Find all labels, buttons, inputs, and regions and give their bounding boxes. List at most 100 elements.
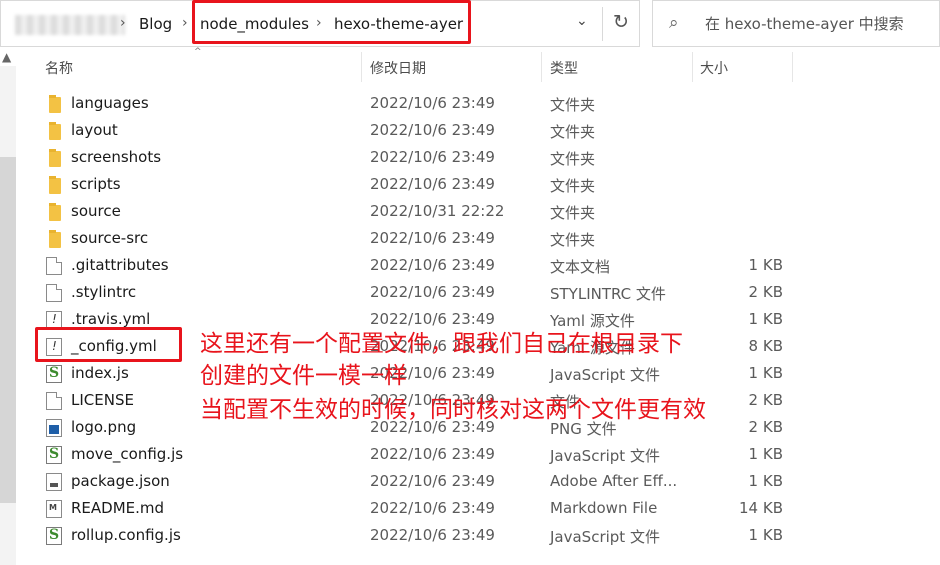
file-type: JavaScript 文件: [550, 447, 660, 465]
scrollbar-thumb[interactable]: [0, 157, 16, 503]
file-type: JavaScript 文件: [550, 528, 660, 546]
file-size: 1 KB: [748, 472, 783, 490]
folder-icon: [49, 95, 61, 113]
file-size: 1 KB: [748, 256, 783, 274]
file-type: 文件夹: [550, 150, 596, 168]
chevron-right-icon: ›: [120, 15, 126, 31]
annotation-line-2: 创建的文件一模一样: [200, 363, 407, 389]
file-row[interactable]: layout 2022/10/6 23:49 文件夹: [36, 118, 796, 145]
text-file-icon: [46, 257, 62, 275]
file-type: Yaml 源文件: [550, 312, 635, 330]
file-type: 文本文档: [550, 258, 611, 276]
file-row[interactable]: rollup.config.js 2022/10/6 23:49 JavaScrip…: [36, 523, 796, 550]
file-date: 2022/10/6 23:49: [370, 310, 495, 328]
file-size: 1 KB: [748, 310, 783, 328]
file-name: .stylintrc: [71, 283, 137, 301]
file-name: .gitattributes: [71, 256, 169, 274]
annotation-line-3: 当配置不生效的时候，同时核对这两个文件更有效: [200, 397, 706, 423]
file-size: 1 KB: [748, 364, 783, 382]
file-name: index.js: [71, 364, 129, 382]
file-name: layout: [71, 121, 118, 139]
file-type: STYLINTRC 文件: [550, 285, 666, 303]
file-row[interactable]: index.js2022/10/6 23:49JavaScript 文件1 KB: [36, 361, 796, 388]
file-date: 2022/10/6 23:49: [370, 229, 495, 247]
file-date: 2022/10/6 23:49: [370, 94, 495, 112]
file-date: 2022/10/6 23:49: [370, 445, 495, 463]
file-size: 2 KB: [748, 418, 783, 436]
file-size: 2 KB: [748, 283, 783, 301]
blank-file-icon: [46, 284, 62, 302]
folder-icon: [49, 230, 61, 248]
file-row[interactable]: languages 2022/10/6 23:49 文件夹: [36, 91, 796, 118]
file-row[interactable]: move_config.js 2022/10/6 23:49 JavaScript …: [36, 442, 796, 469]
file-name: source: [71, 202, 121, 220]
file-date: 2022/10/6 23:49: [370, 121, 495, 139]
file-date: 2022/10/31 22:22: [370, 202, 505, 220]
file-row[interactable]: screenshots 2022/10/6 23:49 文件夹: [36, 145, 796, 172]
search-box[interactable]: ⌕: [652, 0, 940, 47]
column-header-type[interactable]: 类型: [542, 50, 692, 84]
file-row[interactable]: scripts 2022/10/6 23:49 文件夹: [36, 172, 796, 199]
file-name: LICENSE: [71, 391, 134, 409]
blank-file-icon: [46, 392, 62, 410]
json-file-icon: [46, 473, 62, 491]
js-file-icon: [46, 446, 62, 464]
file-row[interactable]: .stylintrc 2022/10/6 23:49 STYLINTRC 文件 2 K…: [36, 280, 796, 307]
file-name: languages: [71, 94, 149, 112]
file-type: 文件夹: [550, 231, 596, 249]
js-file-icon: [46, 365, 62, 383]
folder-icon: [49, 149, 61, 167]
breadcrumb-blog[interactable]: Blog: [139, 15, 172, 33]
column-divider[interactable]: [792, 52, 793, 82]
file-size: 1 KB: [748, 445, 783, 463]
file-date: 2022/10/6 23:49: [370, 526, 495, 544]
folder-icon: [49, 122, 61, 140]
file-size: 2 KB: [748, 391, 783, 409]
file-name: move_config.js: [71, 445, 184, 463]
file-name: scripts: [71, 175, 121, 193]
file-size: 14 KB: [739, 499, 783, 517]
scroll-up-arrow-icon[interactable]: ▲: [2, 50, 11, 64]
file-name: rollup.config.js: [71, 526, 181, 544]
file-name: README.md: [71, 499, 165, 517]
search-icon: ⌕: [669, 13, 679, 33]
annotation-line-1: 这里还有一个配置文件，跟我们自己在根目录下: [200, 331, 683, 357]
file-size: 1 KB: [748, 526, 783, 544]
file-row[interactable]: source 2022/10/31 22:22 文件夹: [36, 199, 796, 226]
file-row[interactable]: README.md 2022/10/6 23:49 Markdown File 14 …: [36, 496, 796, 523]
column-header-size[interactable]: 大小: [693, 50, 792, 84]
refresh-icon[interactable]: ↻: [613, 11, 629, 33]
js-file-icon: [46, 527, 62, 545]
divider: [602, 7, 603, 41]
blurred-path-segment: [15, 15, 125, 35]
file-row[interactable]: source-src 2022/10/6 23:49 文件夹: [36, 226, 796, 253]
file-type: 文件夹: [550, 204, 596, 222]
chevron-down-icon[interactable]: ⌄: [576, 13, 588, 29]
file-row[interactable]: .gitattributes 2022/10/6 23:49 文本文档 1 KB: [36, 253, 796, 280]
file-type: Adobe After Eff...: [550, 472, 678, 490]
file-date: 2022/10/6 23:49: [370, 256, 495, 274]
file-name: package.json: [71, 472, 170, 490]
file-date: 2022/10/6 23:49: [370, 499, 495, 517]
folder-icon: [49, 176, 61, 194]
png-file-icon: [46, 419, 62, 437]
file-name: screenshots: [71, 148, 162, 166]
markdown-file-icon: [46, 500, 62, 518]
file-row[interactable]: package.json 2022/10/6 23:49 Adobe After E…: [36, 469, 796, 496]
file-name: logo.png: [71, 418, 137, 436]
file-size: 8 KB: [748, 337, 783, 355]
highlight-box-path: [192, 0, 471, 44]
file-type: Markdown File: [550, 499, 658, 517]
file-type: JavaScript 文件: [550, 366, 660, 384]
folder-icon: [49, 203, 61, 221]
file-date: 2022/10/6 23:49: [370, 175, 495, 193]
file-type: 文件夹: [550, 96, 596, 114]
column-header-name[interactable]: 名称: [36, 50, 360, 84]
column-header-date[interactable]: 修改日期: [362, 50, 540, 84]
file-date: 2022/10/6 23:49: [370, 472, 495, 490]
file-type: 文件夹: [550, 123, 596, 141]
file-type: 文件夹: [550, 177, 596, 195]
search-input[interactable]: [703, 11, 937, 37]
file-date: 2022/10/6 23:49: [370, 283, 495, 301]
file-name: source-src: [71, 229, 149, 247]
